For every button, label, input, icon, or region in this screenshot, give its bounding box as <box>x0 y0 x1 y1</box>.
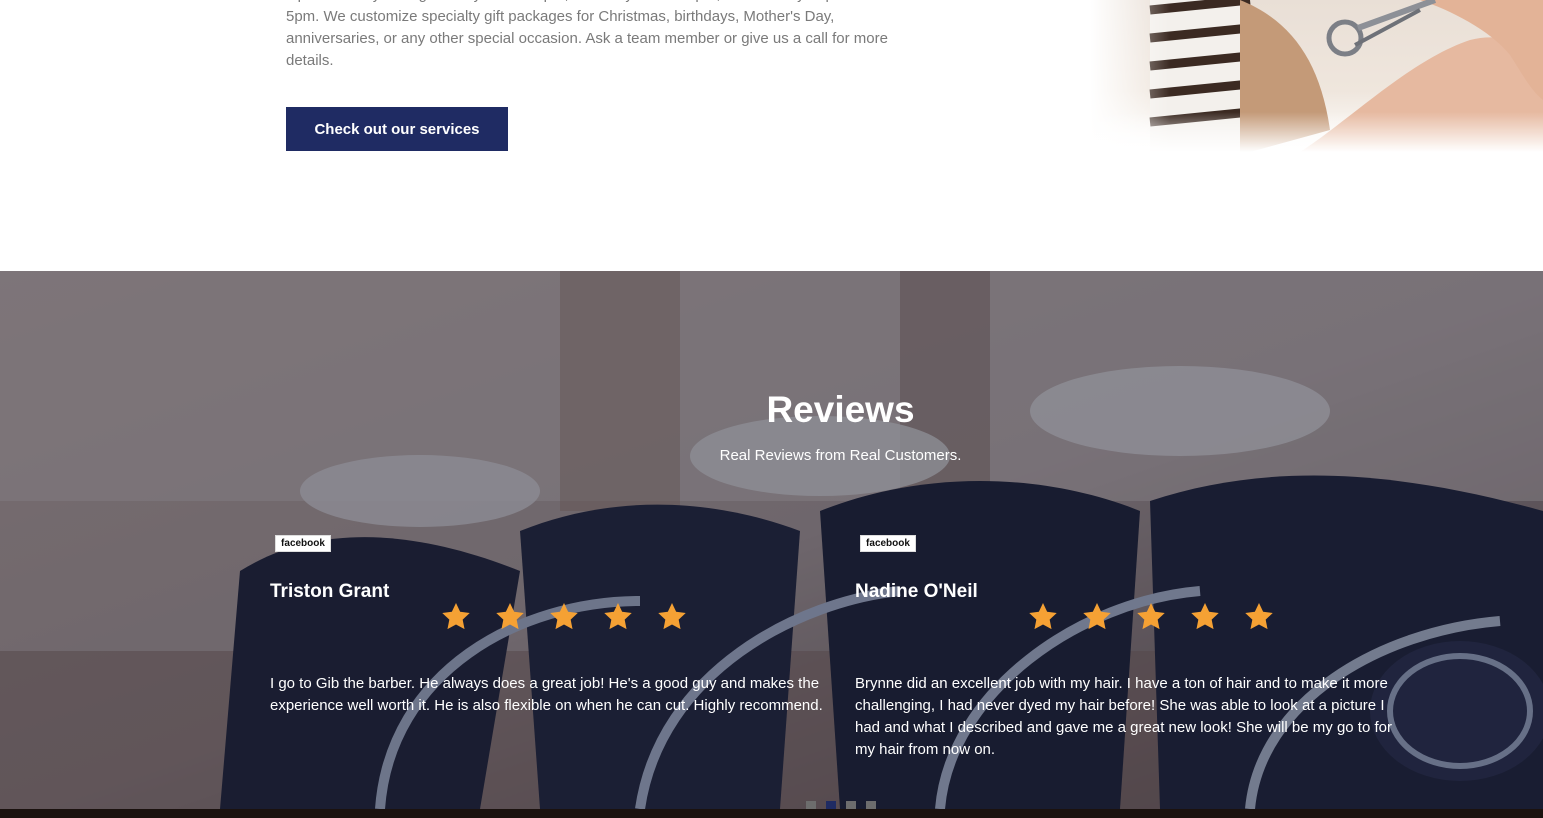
star-icon <box>1245 603 1273 630</box>
carousel-pagination <box>806 801 876 809</box>
services-button[interactable]: Check out our services <box>286 107 508 151</box>
facebook-logo[interactable]: facebook <box>275 535 331 552</box>
carousel-dot-active[interactable] <box>826 801 836 809</box>
review-text: I go to Gib the barber. He always does a… <box>270 675 823 714</box>
star-icon <box>604 603 632 630</box>
star-icon <box>496 603 524 630</box>
star-icon <box>1029 603 1057 630</box>
intro-paragraph: Open Monday through Friday 9am to 7pm, S… <box>286 0 888 69</box>
carousel-dot[interactable] <box>806 801 816 809</box>
reviews-heading: Reviews <box>766 389 915 430</box>
star-icon <box>658 603 686 630</box>
review-text: Brynne did an excellent job with my hair… <box>855 675 1392 758</box>
star-icon <box>1191 603 1219 630</box>
carousel-dot[interactable] <box>846 801 856 809</box>
star-rating <box>440 601 688 633</box>
star-icon <box>1137 603 1165 630</box>
star-icon <box>550 603 578 630</box>
facebook-logo[interactable]: facebook <box>860 535 916 552</box>
reviews-subheading: Real Reviews from Real Customers. <box>719 447 962 464</box>
star-icon <box>442 603 470 630</box>
reviewer-name: Nadine O'Neil <box>855 581 978 602</box>
barber-photo <box>1090 0 1543 152</box>
reviewer-name: Triston Grant <box>270 581 390 602</box>
carousel-dot[interactable] <box>866 801 876 809</box>
about-section: Open Monday through Friday 9am to 7pm, S… <box>0 0 1543 271</box>
footer-top-edge <box>0 809 1543 818</box>
reviews-section: Reviews Real Reviews from Real Customers… <box>0 271 1543 809</box>
star-rating <box>1027 601 1275 633</box>
star-icon <box>1083 603 1111 630</box>
